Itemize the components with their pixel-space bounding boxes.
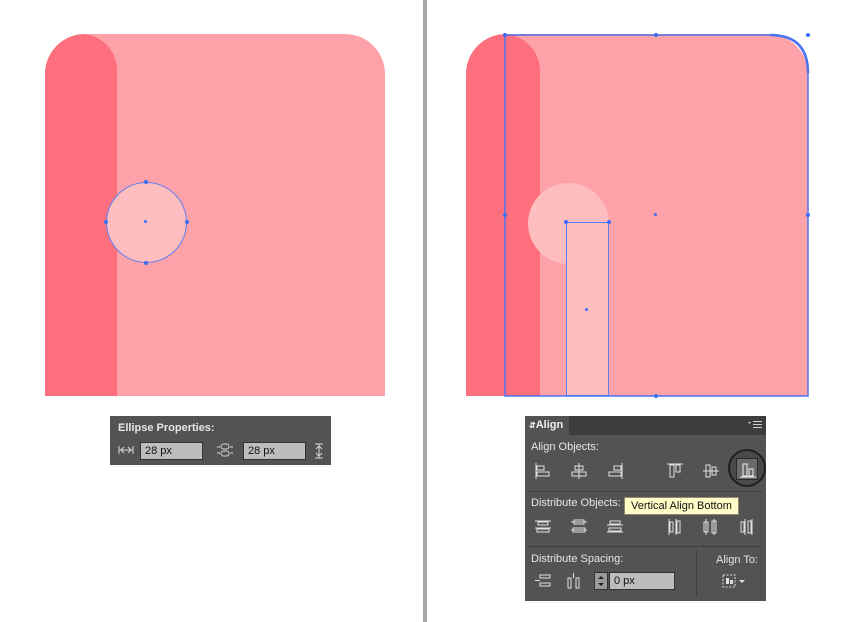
align-to-label: Align To: <box>716 554 758 566</box>
vertical-distribute-space-icon[interactable] <box>532 570 554 592</box>
horizontal-align-left-icon[interactable] <box>532 460 554 482</box>
spacing-stepper[interactable] <box>594 572 608 590</box>
vertical-distribute-bottom-icon[interactable] <box>604 516 626 538</box>
horizontal-distribute-right-icon[interactable] <box>736 516 758 538</box>
vertical-align-bottom-icon[interactable] <box>736 458 758 480</box>
bbox-center-point <box>654 213 657 216</box>
horizontal-align-right-icon[interactable] <box>604 460 626 482</box>
horizontal-align-center-icon[interactable] <box>568 460 590 482</box>
spacing-input[interactable]: 0 px <box>609 572 675 590</box>
vertical-align-center-icon[interactable] <box>700 460 722 482</box>
tooltip: Vertical Align Bottom <box>624 497 739 515</box>
bbox-anchor-ml[interactable] <box>503 213 507 217</box>
align-section-separator-2 <box>528 546 762 547</box>
rect-center-point <box>585 308 588 311</box>
bbox-anchor-tm[interactable] <box>654 33 658 37</box>
rect-anchor-tr[interactable] <box>607 220 611 224</box>
align-section-separator-1 <box>528 491 762 492</box>
bbox-anchor-mr[interactable] <box>806 213 810 217</box>
align-panel-tabbar: ⇵Align <box>525 416 766 435</box>
horizontal-distribute-left-icon[interactable] <box>664 516 686 538</box>
tab-collapse-icon[interactable]: ⇵ <box>529 421 536 430</box>
align-tab-label: Align <box>535 419 564 431</box>
horizontal-distribute-space-icon[interactable] <box>563 570 585 592</box>
bbox-anchor-bm[interactable] <box>654 394 658 398</box>
panel-menu-icon[interactable] <box>748 420 762 433</box>
bbox-anchor-tr[interactable] <box>806 33 810 37</box>
vertical-align-top-icon[interactable] <box>664 460 686 482</box>
rect-anchor-tl[interactable] <box>564 220 568 224</box>
bbox-anchor-tl[interactable] <box>503 33 507 37</box>
align-to-selection-dropdown[interactable] <box>720 570 750 592</box>
vertical-distribute-center-icon[interactable] <box>568 516 590 538</box>
align-tab[interactable]: ⇵Align <box>525 416 569 435</box>
spacing-align-to-divider <box>696 550 697 596</box>
distribute-spacing-label: Distribute Spacing: <box>531 553 624 565</box>
horizontal-distribute-center-icon[interactable] <box>700 516 722 538</box>
distribute-objects-label: Distribute Objects: <box>531 497 621 509</box>
vertical-distribute-top-icon[interactable] <box>532 516 554 538</box>
align-objects-label: Align Objects: <box>531 441 599 453</box>
